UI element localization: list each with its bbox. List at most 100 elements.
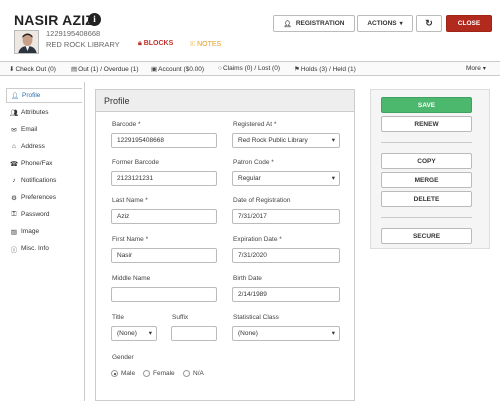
- notes-link[interactable]: 🗉 NOTES: [190, 40, 221, 51]
- registration-button[interactable]: 👤︎ REGISTRATION: [273, 15, 355, 32]
- save-button[interactable]: SAVE: [381, 97, 472, 113]
- actions-divider: [381, 217, 472, 218]
- refresh-button[interactable]: ↻: [416, 15, 442, 32]
- registration-label: REGISTRATION: [295, 20, 345, 27]
- tab-out-overdue[interactable]: ▤Out (1) / Overdue (1): [71, 65, 138, 73]
- tab-checkout-label: Check Out (0): [15, 66, 56, 73]
- sidebar-item-label: Password: [21, 211, 50, 218]
- date-registration-field[interactable]: 7/31/2017: [232, 209, 340, 224]
- copy-button[interactable]: COPY: [381, 153, 472, 169]
- tab-checkout[interactable]: ⬇Check Out (0): [9, 65, 56, 73]
- sidebar-item-misc-info[interactable]: ⓘ Misc. Info: [6, 241, 82, 256]
- birth-date-field[interactable]: 2/14/1989: [232, 287, 340, 302]
- sidebar-item-email[interactable]: ✉ Email: [6, 122, 82, 137]
- home-icon: ⌂: [12, 143, 16, 150]
- tab-account[interactable]: ▣Account ($0.00): [151, 65, 204, 73]
- patron-avatar: [14, 30, 39, 54]
- title-value: (None): [117, 330, 137, 337]
- bell-icon: ♪: [12, 177, 16, 184]
- actions-divider: [381, 142, 472, 143]
- gender-radio-female[interactable]: Female: [143, 370, 175, 377]
- suffix-label: Suffix: [172, 314, 189, 321]
- close-button[interactable]: CLOSE: [446, 15, 492, 32]
- image-icon: ▨: [10, 228, 18, 236]
- money-icon: ▣: [151, 66, 158, 73]
- avatar-photo: [15, 31, 38, 53]
- registered-at-label: Registered At *: [233, 121, 277, 128]
- notes-label: NOTES: [197, 41, 222, 48]
- tab-claims-label: Claims (0) / Lost (0): [222, 65, 281, 72]
- merge-button[interactable]: MERGE: [381, 172, 472, 188]
- statistical-class-value: (None): [238, 330, 258, 337]
- expiration-date-field[interactable]: 7/31/2020: [232, 248, 340, 263]
- sidebar-item-notifications[interactable]: ♪ Notifications: [6, 173, 82, 188]
- registered-at-select[interactable]: Red Rock Public Library: [232, 133, 340, 148]
- info-icon[interactable]: i: [88, 13, 101, 26]
- sidebar-item-preferences[interactable]: ⚙ Preferences: [6, 190, 82, 205]
- sidebar-item-image[interactable]: ▨ Image: [6, 224, 82, 239]
- book-icon: ▤: [71, 66, 78, 73]
- sidebar-item-label: Misc. Info: [21, 245, 49, 252]
- sidebar-item-address[interactable]: ⌂ Address: [6, 139, 82, 154]
- last-name-label: Last Name *: [112, 197, 148, 204]
- patron-code-select[interactable]: Regular: [232, 171, 340, 186]
- sidebar-item-label: Attributes: [21, 109, 49, 116]
- users-icon: 👥︎: [10, 109, 19, 117]
- sidebar-item-profile[interactable]: 👤︎ Profile: [6, 88, 82, 103]
- first-name-field[interactable]: Nasir: [111, 248, 217, 263]
- gender-radio-na[interactable]: N/A: [183, 370, 204, 377]
- info-icon: ⓘ: [10, 246, 18, 254]
- tab-claims-lost[interactable]: ○Claims (0) / Lost (0): [218, 65, 280, 72]
- statistical-class-label: Statistical Class: [233, 314, 279, 321]
- renew-button[interactable]: RENEW: [381, 116, 472, 132]
- checkout-icon: ⬇: [9, 66, 15, 73]
- tab-more-label: More: [466, 65, 481, 72]
- middle-name-field[interactable]: [111, 287, 217, 302]
- tab-holds-held[interactable]: ⚑Holds (3) / Held (1): [294, 65, 356, 73]
- gender-option-label: N/A: [193, 370, 204, 377]
- middle-name-label: Middle Name: [112, 275, 151, 282]
- refresh-icon: ↻: [425, 18, 433, 28]
- sidebar-item-phone[interactable]: ☎ Phone/Fax: [6, 156, 82, 171]
- profile-panel-title: Profile: [96, 90, 354, 112]
- first-name-label: First Name *: [112, 236, 149, 243]
- former-barcode-field[interactable]: 2123121231: [111, 171, 217, 186]
- barcode-field[interactable]: 1229195408668: [111, 133, 217, 148]
- tab-out-label: Out (1) / Overdue (1): [78, 66, 139, 73]
- suffix-field[interactable]: [171, 326, 217, 341]
- patron-code-value: Regular: [238, 175, 261, 182]
- gender-radio-male[interactable]: Male: [111, 370, 135, 377]
- note-icon: 🗉: [190, 41, 196, 48]
- caret-down-icon: ▾: [399, 21, 403, 27]
- title-select[interactable]: (None): [111, 326, 157, 341]
- patron-tabbar: ⬇Check Out (0) ▤Out (1) / Overdue (1) ▣A…: [0, 61, 500, 76]
- registered-at-value: Red Rock Public Library: [238, 137, 308, 144]
- radio-circle: [143, 370, 150, 377]
- tab-account-label: Account ($0.00): [158, 66, 205, 73]
- flag-icon: ⚑: [294, 66, 300, 73]
- delete-button[interactable]: DELETE: [381, 191, 472, 207]
- radio-circle: [183, 370, 190, 377]
- sidebar-item-attributes[interactable]: 👥︎ Attributes: [6, 105, 82, 120]
- blocks-link[interactable]: 🔒︎ BLOCKS: [138, 40, 173, 48]
- sidebar-item-password[interactable]: ⚿ Password: [6, 207, 82, 222]
- sidebar-item-label: Address: [21, 143, 45, 150]
- gender-option-label: Female: [153, 370, 175, 377]
- actions-panel: SAVE RENEW COPY MERGE DELETE SECURE: [370, 89, 490, 249]
- actions-dropdown[interactable]: ACTIONS ▾: [357, 15, 413, 32]
- secure-button[interactable]: SECURE: [381, 228, 472, 244]
- gender-option-label: Male: [121, 370, 136, 377]
- sidebar-item-label: Notifications: [21, 177, 57, 184]
- tab-more[interactable]: More ▾: [466, 65, 486, 72]
- cogs-icon: ⚙: [11, 194, 17, 202]
- tab-holds-label: Holds (3) / Held (1): [300, 66, 356, 73]
- last-name-field[interactable]: Aziz: [111, 209, 217, 224]
- gender-label: Gender: [112, 354, 134, 361]
- caret-down-icon: ▾: [482, 66, 486, 72]
- sidebar-item-label: Preferences: [21, 194, 57, 201]
- patron-code-label: Patron Code *: [233, 159, 274, 166]
- title-label: Title: [112, 314, 125, 321]
- actions-label: ACTIONS: [367, 20, 397, 27]
- barcode-label: Barcode *: [112, 121, 141, 128]
- statistical-class-select[interactable]: (None): [232, 326, 340, 341]
